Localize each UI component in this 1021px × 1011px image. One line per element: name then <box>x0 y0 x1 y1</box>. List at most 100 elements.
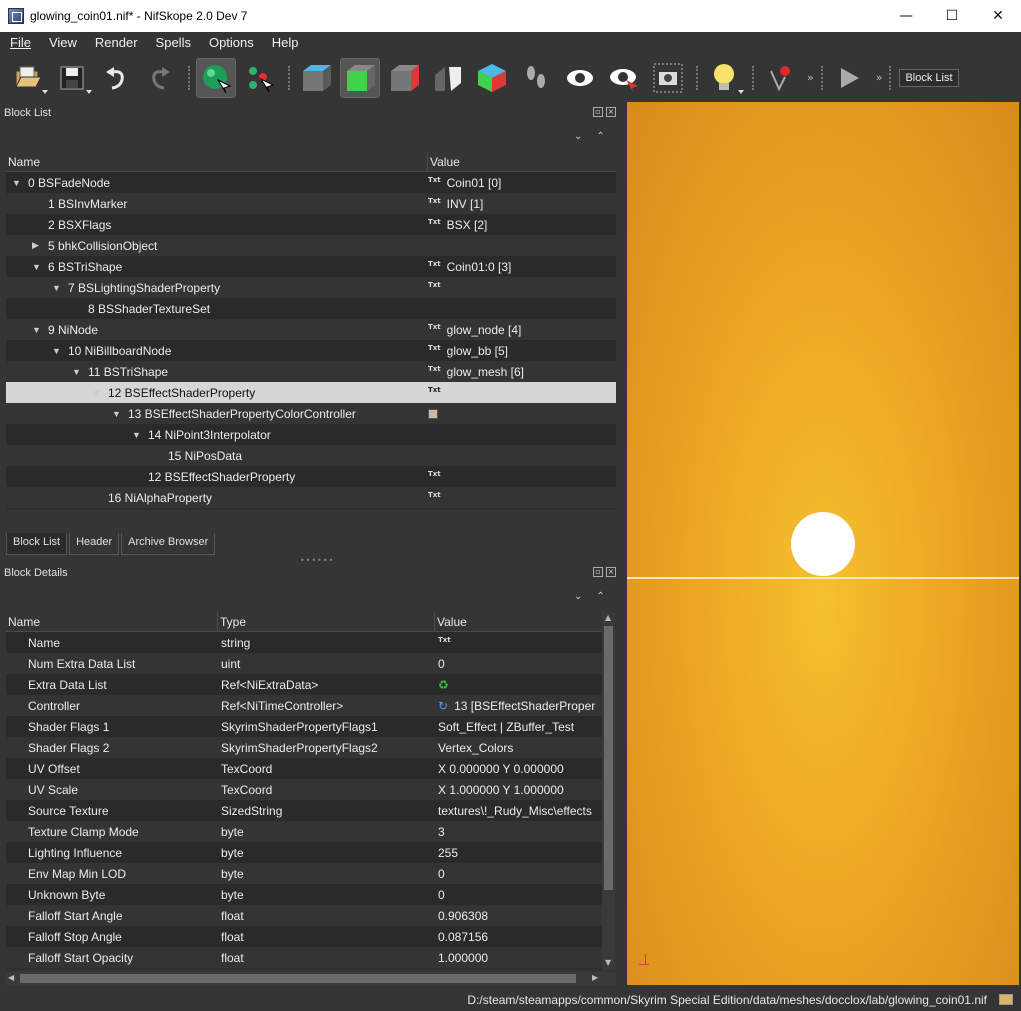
tree-row[interactable]: 16 NiAlphaProperty Txt <box>6 487 616 508</box>
detail-row[interactable]: Unknown Byte byte 0 <box>6 884 602 905</box>
block-details-table[interactable]: Name Type Value Name string Txt Num Extra D… <box>6 612 602 970</box>
float-panel-icon[interactable]: ▫ <box>593 567 603 577</box>
render-viewport[interactable] <box>627 102 1019 985</box>
tree-row[interactable]: 6 BSTriShape Txt Coin01:0 [3] <box>6 256 616 277</box>
tree-row[interactable]: 12 BSEffectShaderProperty Txt <box>6 466 616 487</box>
block-list-toggle-button[interactable]: Block List <box>899 68 959 87</box>
tree-row[interactable]: 7 BSLightingShaderProperty Txt <box>6 277 616 298</box>
tree-row[interactable]: 12 BSEffectShaderProperty Txt <box>6 382 616 403</box>
screenshot-button[interactable] <box>648 58 688 98</box>
field-value[interactable]: ♻ <box>435 678 602 692</box>
tree-row[interactable]: 2 BSXFlags Txt BSX [2] <box>6 214 616 235</box>
detail-row[interactable]: Lighting Influence byte 255 <box>6 842 602 863</box>
toolbar-grip[interactable] <box>889 65 893 90</box>
float-panel-icon[interactable]: ▫ <box>593 107 603 117</box>
tree-row[interactable]: 11 BSTriShape Txt glow_mesh [6] <box>6 361 616 382</box>
detail-row[interactable]: Texture Clamp Mode byte 3 <box>6 821 602 842</box>
toolbar-grip[interactable] <box>752 65 756 90</box>
menu-help[interactable]: Help <box>262 35 307 50</box>
open-file-button[interactable] <box>8 58 48 98</box>
column-type-header[interactable]: Type <box>218 612 435 631</box>
toolbar-overflow[interactable]: » <box>876 71 883 84</box>
menu-render[interactable]: Render <box>85 35 146 50</box>
column-value-header[interactable]: Value <box>435 612 602 631</box>
detail-row[interactable]: UV Offset TexCoord X 0.000000 Y 0.000000 <box>6 758 602 779</box>
toolbar-grip[interactable] <box>820 65 825 90</box>
detail-row[interactable]: UV Scale TexCoord X 1.000000 Y 1.000000 <box>6 779 602 800</box>
field-value[interactable]: 0 <box>435 657 602 671</box>
column-name-header[interactable]: Name <box>6 152 428 171</box>
detail-row[interactable]: Falloff Stop Angle float 0.087156 <box>6 926 602 947</box>
tree-row[interactable]: 9 NiNode Txt glow_node [4] <box>6 319 616 340</box>
field-value[interactable]: Soft_Effect | ZBuffer_Test <box>435 720 602 734</box>
lighting-button[interactable] <box>704 58 744 98</box>
field-value[interactable]: 0.906308 <box>435 909 602 923</box>
minimize-button[interactable]: — <box>883 0 929 32</box>
detail-row[interactable]: Name string Txt <box>6 632 602 653</box>
expanded-arrow-icon[interactable] <box>112 409 122 419</box>
field-value[interactable]: 3 <box>435 825 602 839</box>
detail-row[interactable]: Controller Ref<NiTimeController> ↻ 13 [BSEf… <box>6 695 602 716</box>
folder-icon[interactable] <box>999 994 1013 1005</box>
show-selected-button[interactable] <box>604 58 644 98</box>
expanded-arrow-icon[interactable] <box>12 178 22 188</box>
field-value[interactable]: X 1.000000 Y 1.000000 <box>435 783 602 797</box>
field-value[interactable]: Vertex_Colors <box>435 741 602 755</box>
select-object-button[interactable] <box>196 57 236 98</box>
details-vertical-scrollbar[interactable]: ▲ ▼ <box>602 612 615 970</box>
scroll-right-icon[interactable]: ▶ <box>592 973 598 982</box>
field-value[interactable]: 0 <box>435 867 602 881</box>
expanded-arrow-icon[interactable] <box>72 367 82 377</box>
scroll-left-icon[interactable]: ◀ <box>8 973 14 982</box>
view-perspective-button[interactable] <box>472 58 512 98</box>
redo-button[interactable] <box>140 58 180 98</box>
walk-mode-button[interactable] <box>516 58 556 98</box>
detail-row[interactable]: Falloff Start Angle float 0.906308 <box>6 905 602 926</box>
tree-row[interactable]: 15 NiPosData <box>6 445 616 466</box>
tab-block-list[interactable]: Block List <box>6 533 68 555</box>
block-list-tree[interactable]: Name Value 0 BSFadeNode Txt Coin01 [0] 1 BS… <box>6 152 616 510</box>
field-value[interactable]: 1.000000 <box>435 951 602 965</box>
tab-header[interactable]: Header <box>69 533 120 555</box>
menu-file[interactable]: File <box>0 35 39 50</box>
menu-options[interactable]: Options <box>199 35 262 50</box>
detail-row[interactable]: Shader Flags 1 SkyrimShaderPropertyFlags1… <box>6 716 602 737</box>
menu-spells[interactable]: Spells <box>146 35 199 50</box>
panel-splitter[interactable]: •••••• <box>300 556 334 565</box>
show-hidden-button[interactable] <box>560 58 600 98</box>
field-value[interactable]: 0 <box>435 888 602 902</box>
field-value[interactable]: ↻ 13 [BSEffectShaderProper <box>435 699 602 713</box>
tree-row[interactable]: 10 NiBillboardNode Txt glow_bb [5] <box>6 340 616 361</box>
select-vertex-button[interactable] <box>240 58 280 98</box>
expanded-arrow-icon[interactable] <box>92 388 102 398</box>
tree-row[interactable]: 5 bhkCollisionObject <box>6 235 616 256</box>
toolbar-overflow[interactable]: » <box>807 71 814 84</box>
menu-view[interactable]: View <box>39 35 85 50</box>
view-top-button[interactable] <box>340 57 380 98</box>
play-animation-button[interactable] <box>829 58 869 98</box>
detail-row[interactable]: Shader Flags 2 SkyrimShaderPropertyFlags2… <box>6 737 602 758</box>
expanded-arrow-icon[interactable] <box>52 283 62 293</box>
maximize-button[interactable]: ☐ <box>929 0 975 32</box>
view-user-button[interactable] <box>428 58 468 98</box>
tree-row[interactable]: 1 BSInvMarker Txt INV [1] <box>6 193 616 214</box>
field-value[interactable]: Txt <box>435 636 602 650</box>
toolbar-grip[interactable] <box>288 65 292 90</box>
field-value[interactable]: X 0.000000 Y 0.000000 <box>435 762 602 776</box>
tree-row[interactable]: 14 NiPoint3Interpolator <box>6 424 616 445</box>
tree-row[interactable]: 8 BSShaderTextureSet <box>6 298 616 319</box>
tree-row[interactable]: 13 BSEffectShaderPropertyColorController <box>6 403 616 424</box>
column-name-header[interactable]: Name <box>6 612 218 631</box>
detail-row[interactable]: Source Texture SizedString textures\!_Rudy… <box>6 800 602 821</box>
expand-all-icon[interactable]: ⌃ <box>596 131 604 142</box>
field-value[interactable]: textures\!_Rudy_Misc\effects <box>435 804 602 818</box>
save-file-button[interactable] <box>52 58 92 98</box>
refresh-link-icon[interactable]: ♻ <box>438 678 449 692</box>
scrollbar-thumb[interactable] <box>20 974 576 983</box>
scroll-up-icon[interactable]: ▲ <box>605 613 611 622</box>
toolbar-grip[interactable] <box>188 65 192 90</box>
expanded-arrow-icon[interactable] <box>52 346 62 356</box>
close-panel-icon[interactable]: × <box>606 107 616 117</box>
undo-button[interactable] <box>96 58 136 98</box>
collapse-all-icon[interactable]: ⌄ <box>574 591 582 602</box>
